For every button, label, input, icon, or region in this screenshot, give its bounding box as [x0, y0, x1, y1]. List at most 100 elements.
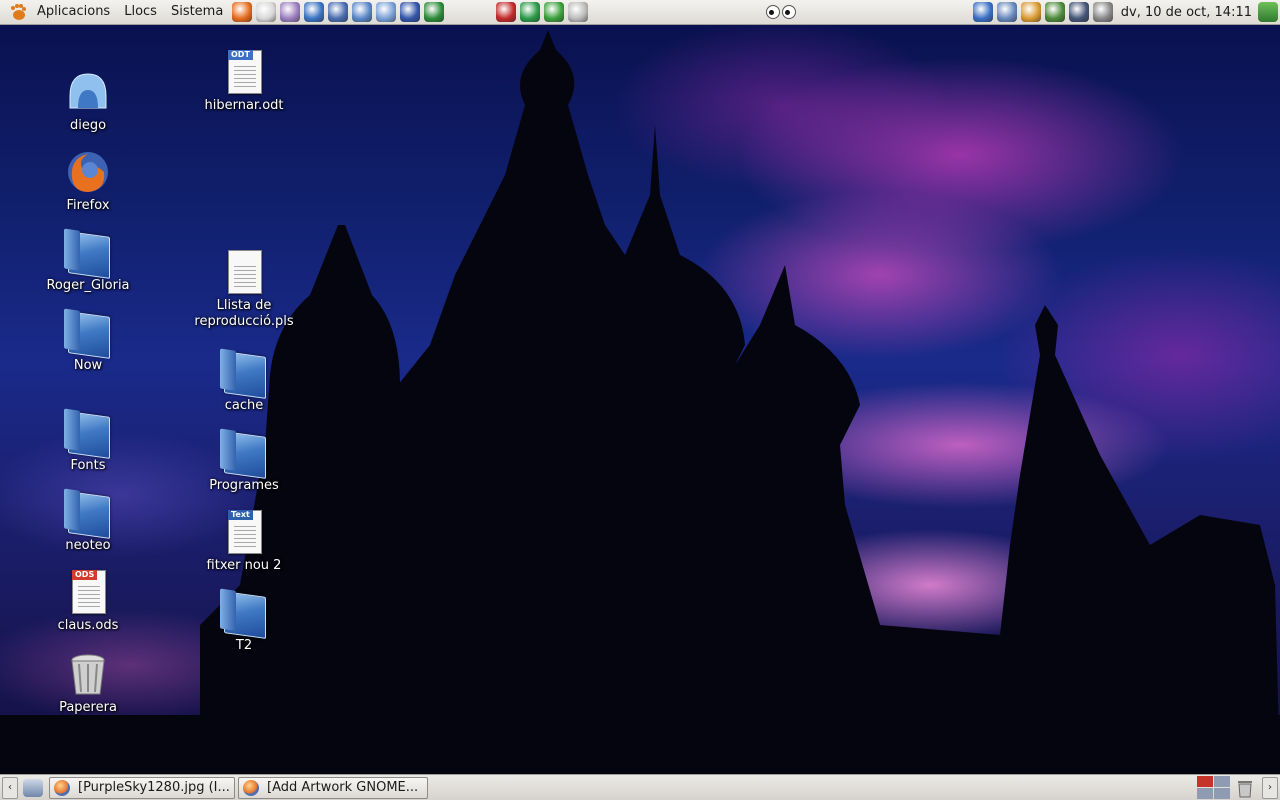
text-file-icon — [228, 250, 262, 294]
time-icon[interactable] — [1068, 2, 1089, 22]
pidgin-icon[interactable] — [280, 2, 301, 22]
desktop-icon-paperera[interactable]: Paperera — [33, 650, 143, 716]
screen-icon[interactable] — [400, 2, 421, 22]
folder-icon — [224, 431, 266, 479]
desktop-icon-claus-ods[interactable]: ODS claus.ods — [33, 568, 143, 634]
desktop-icon-llista-de-reproducci-pls[interactable]: Llista de reproducció.pls — [189, 248, 299, 330]
desktop-icon-diego[interactable]: diego — [33, 68, 143, 134]
scroll-left-button[interactable]: ‹ — [2, 776, 18, 799]
icon-label: diego — [69, 118, 107, 133]
geyes-applet[interactable] — [765, 5, 796, 19]
desktop-icon-fonts[interactable]: Fonts — [33, 408, 143, 474]
folder-icon — [68, 411, 110, 459]
gnome-foot-icon[interactable] — [8, 2, 28, 22]
desktop-icon-fitxer-nou-2[interactable]: Text fitxer nou 2 — [189, 508, 299, 574]
icon-image — [64, 228, 112, 279]
icon-image — [64, 488, 112, 539]
icon-label: T2 — [235, 638, 253, 653]
show-desktop-icon[interactable] — [23, 778, 43, 797]
task-label: [Add Artwork GNOME... — [267, 780, 419, 795]
eye-icon — [781, 5, 796, 19]
firefox-icon — [243, 779, 259, 796]
home-folder-icon — [69, 73, 107, 109]
folder-icon — [224, 351, 266, 399]
icon-image: ODT — [220, 48, 268, 96]
folder-icon — [68, 491, 110, 539]
icon-image — [64, 148, 112, 196]
icon-image — [220, 248, 268, 296]
firefox-icon — [68, 152, 108, 192]
icon-label: Paperera — [59, 700, 117, 715]
ods-badge: ODS — [72, 570, 98, 580]
folder-icon — [68, 311, 110, 359]
task-button-purplesky[interactable]: [PurpleSky1280.jpg (I... — [49, 776, 235, 799]
task-label: [PurpleSky1280.jpg (I... — [78, 780, 230, 795]
icon-image — [64, 308, 112, 359]
wifi-icon[interactable] — [1044, 2, 1065, 22]
icon-label: Roger_Gloria — [46, 278, 130, 293]
desktop-icon-now[interactable]: Now — [33, 308, 143, 374]
clock[interactable]: dv, 10 de oct, 14:11 — [1121, 5, 1252, 20]
user-switcher-icon[interactable] — [1258, 2, 1278, 22]
trash-applet-icon[interactable] — [1236, 778, 1254, 798]
firefox-icon — [54, 779, 70, 796]
search-icon[interactable] — [1020, 2, 1041, 22]
folder-icon — [68, 231, 110, 279]
gift-icon[interactable] — [496, 2, 517, 22]
icon-label: Fonts — [70, 458, 106, 473]
desktop-icon-t2[interactable]: T2 — [189, 588, 299, 654]
globe-icon[interactable] — [520, 2, 541, 22]
desktop-icon-programes[interactable]: Programes — [189, 428, 299, 494]
workspace-3[interactable] — [1197, 788, 1213, 799]
icon-image — [220, 588, 268, 639]
bottom-panel: ‹ [PurpleSky1280.jpg (I... [Add Artwork … — [0, 774, 1280, 800]
icon-label: fitxer nou 2 — [206, 558, 282, 573]
spreadsheet-icon[interactable] — [424, 2, 445, 22]
workspace-2[interactable] — [1214, 776, 1230, 787]
folder-icon — [224, 591, 266, 639]
workspace-4[interactable] — [1214, 788, 1230, 799]
mail-icon[interactable] — [256, 2, 277, 22]
skype-icon[interactable] — [544, 2, 565, 22]
icon-image — [220, 348, 268, 399]
volume-icon[interactable] — [1092, 2, 1113, 22]
spreadsheet-icon: ODS — [72, 570, 106, 614]
menu-places[interactable]: Llocs — [117, 0, 164, 24]
desktop-icon-roger-gloria[interactable]: Roger_Gloria — [33, 228, 143, 294]
icon-label: hibernar.odt — [204, 98, 284, 113]
desktop-icon-cache[interactable]: cache — [189, 348, 299, 414]
firefox-icon[interactable] — [232, 2, 253, 22]
icon-image — [64, 650, 112, 698]
menu-applications[interactable]: Aplicacions — [30, 0, 117, 24]
text-file-icon: Text — [228, 510, 262, 554]
menu-system[interactable]: Sistema — [164, 0, 230, 24]
thunderbird-icon[interactable] — [304, 2, 325, 22]
workspace-1[interactable] — [1197, 776, 1213, 787]
icon-label: Llista de reproducció.pls — [194, 298, 294, 329]
eye-icon — [765, 5, 780, 19]
icon-label: Firefox — [66, 198, 110, 213]
desktop-icon-neoteo[interactable]: neoteo — [33, 488, 143, 554]
icon-label: cache — [224, 398, 264, 413]
task-button-add-artwork[interactable]: [Add Artwork GNOME... — [238, 776, 428, 799]
icon-label: neoteo — [65, 538, 111, 553]
computer-icon[interactable] — [568, 2, 589, 22]
scroll-right-button[interactable]: › — [1262, 776, 1278, 799]
applet-group — [494, 2, 590, 22]
system-tray — [971, 2, 1115, 22]
update-icon[interactable] — [996, 2, 1017, 22]
bluetooth-icon[interactable] — [972, 2, 993, 22]
desktop-icon-firefox[interactable]: Firefox — [33, 148, 143, 214]
text-badge: Text — [228, 510, 253, 520]
icon-label: Now — [73, 358, 103, 373]
workspace-switcher[interactable] — [1197, 776, 1230, 799]
document-icon: ODT — [228, 50, 262, 94]
icon-image — [220, 428, 268, 479]
grid-icon[interactable] — [376, 2, 397, 22]
icon-image: ODS — [64, 568, 112, 616]
shield-icon[interactable] — [328, 2, 349, 22]
network-icon[interactable] — [352, 2, 373, 22]
desktop-icon-hibernar-odt[interactable]: ODT hibernar.odt — [189, 48, 299, 114]
icon-image — [64, 408, 112, 459]
icon-image: Text — [220, 508, 268, 556]
